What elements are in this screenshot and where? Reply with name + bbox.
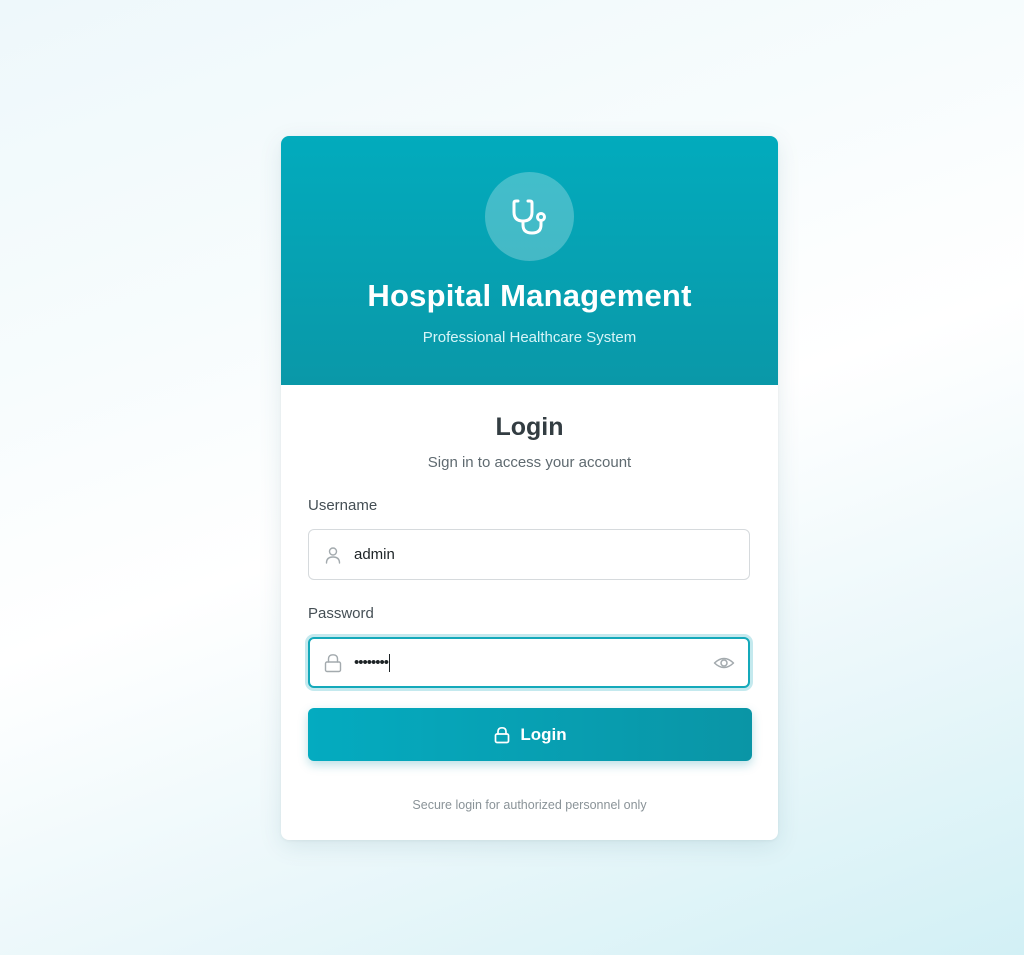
app-title: Hospital Management xyxy=(367,278,692,313)
username-field[interactable]: admin xyxy=(308,529,750,580)
username-label: Username xyxy=(308,497,378,514)
user-icon xyxy=(325,546,341,564)
password-label: Password xyxy=(308,605,374,622)
password-value: •••••••• xyxy=(354,639,391,686)
lock-icon xyxy=(324,653,342,672)
login-button[interactable]: Login xyxy=(308,708,752,761)
stethoscope-icon xyxy=(512,199,546,234)
lock-icon xyxy=(495,726,510,743)
password-field[interactable]: •••••••• xyxy=(308,637,750,688)
username-value: admin xyxy=(354,546,395,563)
security-note: Secure login for authorized personnel on… xyxy=(412,798,647,812)
logo-badge xyxy=(485,172,574,261)
app-subtitle: Professional Healthcare System xyxy=(422,329,637,346)
eye-icon[interactable] xyxy=(713,652,735,674)
login-header: Hospital Management Professional Healthc… xyxy=(281,136,778,385)
text-caret xyxy=(389,653,391,672)
login-button-label: Login xyxy=(520,724,567,744)
login-card: Hospital Management Professional Healthc… xyxy=(281,136,778,840)
login-heading: Login xyxy=(495,413,564,441)
login-subheading: Sign in to access your account xyxy=(427,454,632,471)
password-mask: •••••••• xyxy=(354,654,389,671)
